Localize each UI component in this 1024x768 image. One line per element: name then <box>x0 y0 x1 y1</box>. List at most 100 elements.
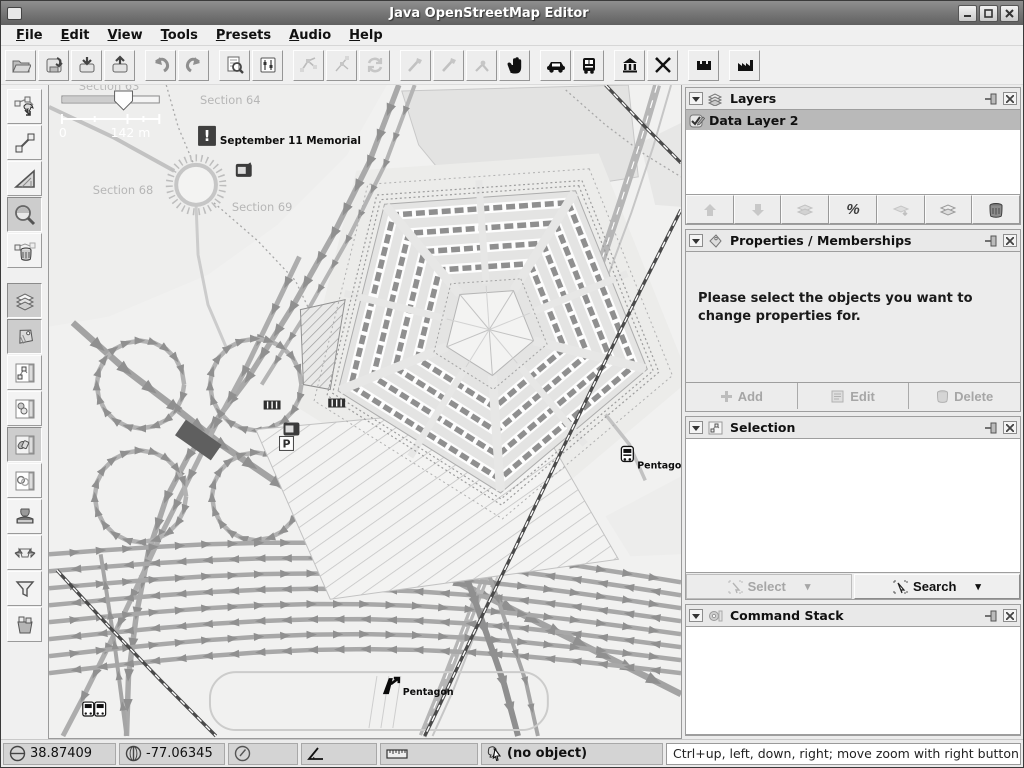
close-icon[interactable] <box>1003 609 1017 622</box>
maximize-button[interactable] <box>979 5 998 22</box>
ruler-icon <box>386 748 408 760</box>
toggle-selection-list-button[interactable] <box>7 355 42 390</box>
preset-restaurant-button[interactable] <box>647 50 678 81</box>
delete-tool-button[interactable] <box>7 233 42 268</box>
merge-ways-button[interactable] <box>293 50 324 81</box>
memorial-icon[interactable]: ! <box>198 126 216 146</box>
layer-merge-button[interactable] <box>781 195 829 224</box>
layer-move-up-button[interactable] <box>686 195 734 224</box>
menu-tools[interactable]: Tools <box>152 26 207 45</box>
layer-move-down-button[interactable] <box>734 195 782 224</box>
collapse-icon[interactable] <box>689 609 703 622</box>
save-button[interactable] <box>38 50 69 81</box>
select-move-icon <box>13 95 37 119</box>
map-svg[interactable]: ! P <box>49 85 681 738</box>
upload-data-button[interactable] <box>104 50 135 81</box>
zoom-tool-button[interactable] <box>7 197 42 232</box>
menu-view[interactable]: View <box>99 26 152 45</box>
close-icon[interactable] <box>1003 421 1017 434</box>
preset-bus-button[interactable] <box>573 50 604 81</box>
bus-stop-icon-2[interactable] <box>83 702 94 716</box>
layers-list[interactable]: Data Layer 2 <box>686 109 1020 195</box>
pin-icon[interactable] <box>983 421 999 435</box>
split-way-button[interactable] <box>326 50 357 81</box>
pin-icon[interactable] <box>983 92 999 106</box>
bus-stop-icon-3[interactable] <box>95 702 106 716</box>
status-bar: 38.87409 -77.06345 (no object) Ctrl+up, … <box>1 739 1023 767</box>
toggle-properties-button[interactable] <box>7 319 42 354</box>
toggle-filter-button[interactable] <box>7 571 42 606</box>
latitude-field: 38.87409 <box>3 743 116 765</box>
undo-button[interactable] <box>145 50 176 81</box>
bus-shelter-icon-2[interactable] <box>328 399 345 408</box>
measure-tool-button[interactable] <box>7 161 42 196</box>
preset-museum-button[interactable] <box>614 50 645 81</box>
toggle-layers-button[interactable] <box>7 283 42 318</box>
command-stack-list[interactable] <box>686 626 1020 735</box>
pin-icon[interactable] <box>983 609 999 623</box>
menu-presets[interactable]: Presets <box>207 26 280 45</box>
hand-tool-button[interactable] <box>499 50 530 81</box>
layer-row-data-layer-2[interactable]: Data Layer 2 <box>686 110 1020 130</box>
layer-delete-button[interactable] <box>972 195 1020 224</box>
selection-list[interactable] <box>686 438 1020 573</box>
bus-shelter-icon[interactable] <box>264 401 281 410</box>
close-icon[interactable] <box>1003 234 1017 247</box>
tv-icon[interactable] <box>236 163 252 177</box>
preset-car-button[interactable] <box>540 50 571 81</box>
collapse-icon[interactable] <box>689 421 703 434</box>
collapse-icon[interactable] <box>689 92 703 105</box>
collapse-icon[interactable] <box>689 234 703 247</box>
app-icon <box>7 7 22 20</box>
copy-way-button[interactable] <box>433 50 464 81</box>
tool-gap <box>7 269 48 282</box>
bus-stop-icon[interactable] <box>621 446 633 461</box>
edit-tag-button[interactable]: Edit <box>798 383 910 409</box>
add-tag-button[interactable]: Add <box>686 383 798 409</box>
toggle-relations-button[interactable] <box>7 391 42 426</box>
parking-icon[interactable]: P <box>280 436 294 450</box>
select-tool-button[interactable] <box>7 89 42 124</box>
status-help-text: Ctrl+up, left, down, right; move zoom wi… <box>666 743 1021 765</box>
toggle-command-stack-button[interactable] <box>7 499 42 534</box>
preset-castle-button[interactable] <box>688 50 719 81</box>
toggle-map-styles-button[interactable] <box>7 463 42 498</box>
menu-file[interactable]: File <box>7 26 52 45</box>
layer-visibility-button[interactable]: % <box>829 195 877 224</box>
minimize-button[interactable] <box>958 5 977 22</box>
main-toolbar <box>1 46 1023 85</box>
toggle-selection-button[interactable] <box>7 427 42 462</box>
menu-audio[interactable]: Audio <box>280 26 340 45</box>
redo-button[interactable] <box>178 50 209 81</box>
edit-tool-column <box>1 85 48 739</box>
search-button[interactable]: Search▾ <box>854 574 1020 599</box>
toggle-conflicts-button[interactable] <box>7 535 42 570</box>
pin-icon[interactable] <box>983 234 999 248</box>
download-data-button[interactable] <box>71 50 102 81</box>
menu-edit[interactable]: Edit <box>52 26 99 45</box>
draw-node-tool-button[interactable] <box>7 125 42 160</box>
map-canvas[interactable]: ! P <box>48 85 682 739</box>
delete-tag-button[interactable]: Delete <box>909 383 1020 409</box>
unglue-way-button[interactable] <box>400 50 431 81</box>
toggle-changesets-button[interactable] <box>7 607 42 642</box>
open-file-button[interactable] <box>5 50 36 81</box>
preferences-button[interactable] <box>252 50 283 81</box>
select-button[interactable]: Select▾ <box>686 574 852 599</box>
layers-toolbar: % <box>686 195 1020 224</box>
properties-panel: Properties / Memberships Please select t… <box>685 229 1021 412</box>
layers-icon <box>13 289 37 313</box>
close-icon[interactable] <box>1003 92 1017 105</box>
layer-duplicate-button[interactable] <box>925 195 973 224</box>
tv-icon-2[interactable] <box>284 422 300 435</box>
preset-factory-button[interactable] <box>729 50 760 81</box>
menu-help[interactable]: Help <box>340 26 391 45</box>
layer-merge-down-button[interactable] <box>877 195 925 224</box>
refresh-data-button[interactable] <box>359 50 390 81</box>
hammer-icon <box>472 55 492 75</box>
command-stack-panel: Command Stack <box>685 604 1021 736</box>
layer-active-check-icon[interactable] <box>689 113 705 128</box>
search-button[interactable] <box>219 50 250 81</box>
extrude-way-button[interactable] <box>466 50 497 81</box>
close-button[interactable] <box>1000 5 1019 22</box>
